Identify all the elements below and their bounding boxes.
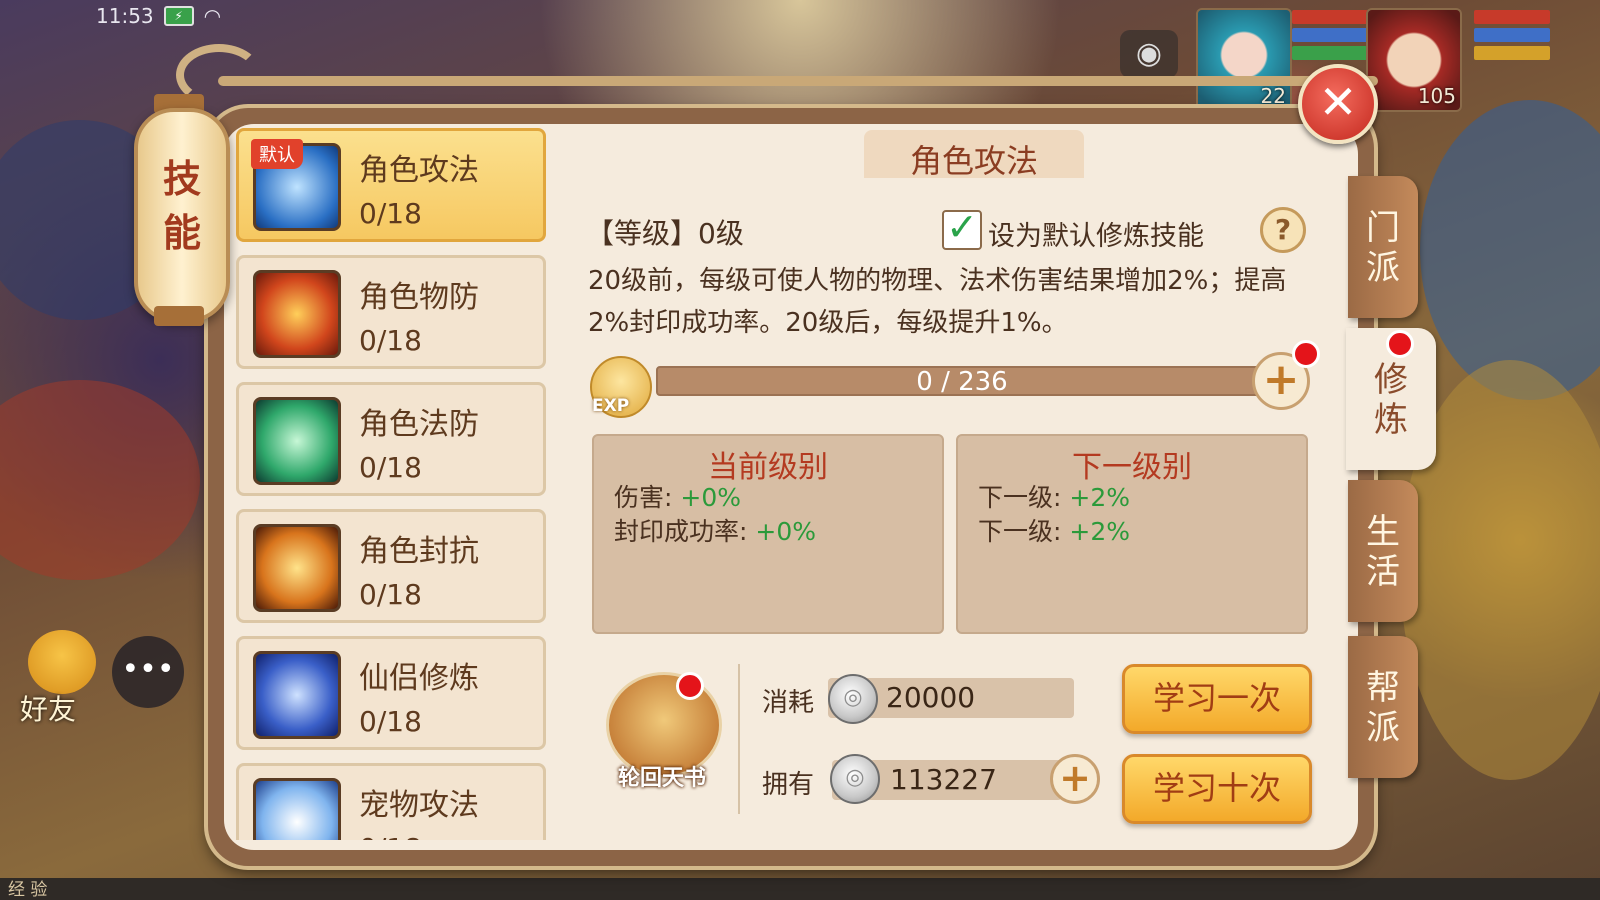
skill-item-pet-attack[interactable]: 宠物攻法 0/18 (236, 763, 546, 840)
player-hp-bar (1474, 10, 1550, 24)
default-checkbox-label[interactable]: 设为默认修炼技能 (988, 214, 1204, 253)
player-portrait[interactable]: 105 (1366, 8, 1462, 112)
lantern-title: 技能 (134, 108, 230, 322)
player-anger-bar (1474, 46, 1550, 60)
tab-guild[interactable]: 帮派 (1348, 636, 1418, 778)
current-level-box: 当前级别 伤害: +0% 封印成功率: +0% (592, 434, 944, 634)
exp-progress-text: 0 / 236 (916, 367, 1008, 397)
player-level: 105 (1417, 84, 1456, 108)
stat-label: 封印成功率: (614, 517, 756, 546)
stat-label: 下一级: (978, 517, 1070, 546)
tab-sect[interactable]: 门派 (1348, 176, 1418, 318)
exp-strip-label: 经 验 (8, 880, 48, 900)
chat-icon[interactable]: ••• (112, 636, 184, 708)
reincarnation-book-label[interactable]: 轮回天书 (600, 760, 724, 792)
seal-resist-skill-icon (253, 524, 341, 612)
tab-label: 帮派 (1366, 668, 1400, 748)
skill-name: 宠物攻法 (359, 788, 479, 823)
pet-attack-skill-icon (253, 778, 341, 840)
stat-value: +2% (1069, 517, 1130, 546)
silver-coin-icon: ◎ (830, 754, 880, 804)
exp-icon-label: EXP (592, 396, 630, 416)
silver-coin-icon: ◎ (828, 674, 878, 724)
notification-dot (1386, 330, 1414, 358)
detail-title: 角色攻法 (909, 142, 1038, 180)
battery-icon: ⚡ (163, 6, 194, 26)
stat-label: 伤害: (614, 483, 681, 512)
default-badge: 默认 (251, 139, 303, 169)
skill-progress: 0/18 (359, 324, 422, 357)
exp-progress-bar: 0 / 236 (656, 366, 1268, 397)
skill-progress: 0/18 (359, 705, 422, 738)
skill-name: 角色法防 (359, 407, 479, 442)
next-damage-line: 下一级: +2% (978, 478, 1130, 514)
skill-description: 20级前，每级可使人物的物理、法术伤害结果增加2%；提高2%封印成功率。20级后… (588, 266, 1287, 338)
lantern-cap-bottom (154, 306, 204, 326)
footer-divider (738, 664, 740, 814)
companion-skill-icon (253, 651, 341, 739)
skill-name: 仙侣修炼 (359, 661, 479, 696)
tab-label: 门派 (1366, 208, 1400, 288)
current-seal-line: 封印成功率: +0% (614, 512, 816, 548)
own-label: 拥有 (762, 770, 815, 800)
skill-name: 角色攻法 (359, 153, 479, 188)
stat-value: +0% (755, 517, 816, 546)
pet-status-bars (1292, 10, 1368, 64)
learn-ten-button[interactable]: 学习十次 (1122, 754, 1312, 824)
panel-title: 技能 (162, 157, 201, 255)
skill-item-physical-defense[interactable]: 角色物防 0/18 (236, 255, 546, 369)
notification-dot (676, 672, 704, 700)
panel-top-rail (218, 76, 1378, 86)
stat-value: +2% (1069, 483, 1130, 512)
player-status-bars (1474, 10, 1550, 64)
friend-icon[interactable] (28, 630, 96, 694)
notification-dot (1292, 340, 1320, 368)
bg-pinwheel (1420, 100, 1600, 400)
tab-label: 修炼 (1374, 360, 1408, 440)
close-icon[interactable]: ✕ (1298, 64, 1378, 144)
magic-defense-skill-icon (253, 397, 341, 485)
level-text: 【等级】0级 (586, 217, 744, 250)
status-time: 11:53 (96, 4, 154, 28)
cost-label: 消耗 (762, 688, 815, 718)
next-seal-line: 下一级: +2% (978, 512, 1130, 548)
default-checkbox[interactable]: ✓ (942, 208, 982, 250)
skill-progress: 0/18 (359, 451, 422, 484)
skill-name: 角色物防 (359, 280, 479, 315)
player-mp-bar (1474, 28, 1550, 42)
skill-name: 角色封抗 (359, 534, 479, 569)
pet-exp-bar (1292, 46, 1368, 60)
skill-list[interactable]: 默认 角色攻法 0/18 角色物防 0/18 角色法防 0/18 角色封抗 0/… (236, 128, 554, 840)
pet-level: 22 (1260, 84, 1286, 108)
stat-label: 下一级: (978, 483, 1070, 512)
pet-mp-bar (1292, 28, 1368, 42)
stat-value: +0% (680, 483, 741, 512)
skill-item-seal-resist[interactable]: 角色封抗 0/18 (236, 509, 546, 623)
pet-portrait[interactable]: 22 (1196, 8, 1292, 112)
help-icon[interactable]: ? (1260, 207, 1306, 253)
next-level-box: 下一级别 下一级: +2% 下一级: +2% (956, 434, 1308, 634)
add-silver-plus-icon[interactable]: + (1050, 754, 1100, 804)
status-bar: 11:53 ⚡ ◠ (96, 4, 221, 28)
skill-progress: 0/18 (359, 832, 422, 840)
learn-once-button[interactable]: 学习一次 (1122, 664, 1312, 734)
checkmark-icon: ✓ (946, 205, 978, 249)
current-damage-line: 伤害: +0% (614, 478, 741, 514)
camera-icon[interactable]: ◉ (1120, 30, 1178, 78)
skill-item-companion[interactable]: 仙侣修炼 0/18 (236, 636, 546, 750)
shield-skill-icon (253, 270, 341, 358)
pet-hp-bar (1292, 10, 1368, 24)
skill-progress: 0/18 (359, 197, 422, 230)
skill-item-magic-defense[interactable]: 角色法防 0/18 (236, 382, 546, 496)
tab-label: 生活 (1366, 512, 1400, 592)
exp-strip (0, 878, 1600, 900)
bg-stall (0, 380, 200, 580)
friend-label[interactable]: 好友 (20, 688, 76, 728)
skill-progress: 0/18 (359, 578, 422, 611)
tab-life[interactable]: 生活 (1348, 480, 1418, 622)
skill-item-attack[interactable]: 默认 角色攻法 0/18 (236, 128, 546, 242)
wifi-icon: ◠ (203, 4, 222, 28)
